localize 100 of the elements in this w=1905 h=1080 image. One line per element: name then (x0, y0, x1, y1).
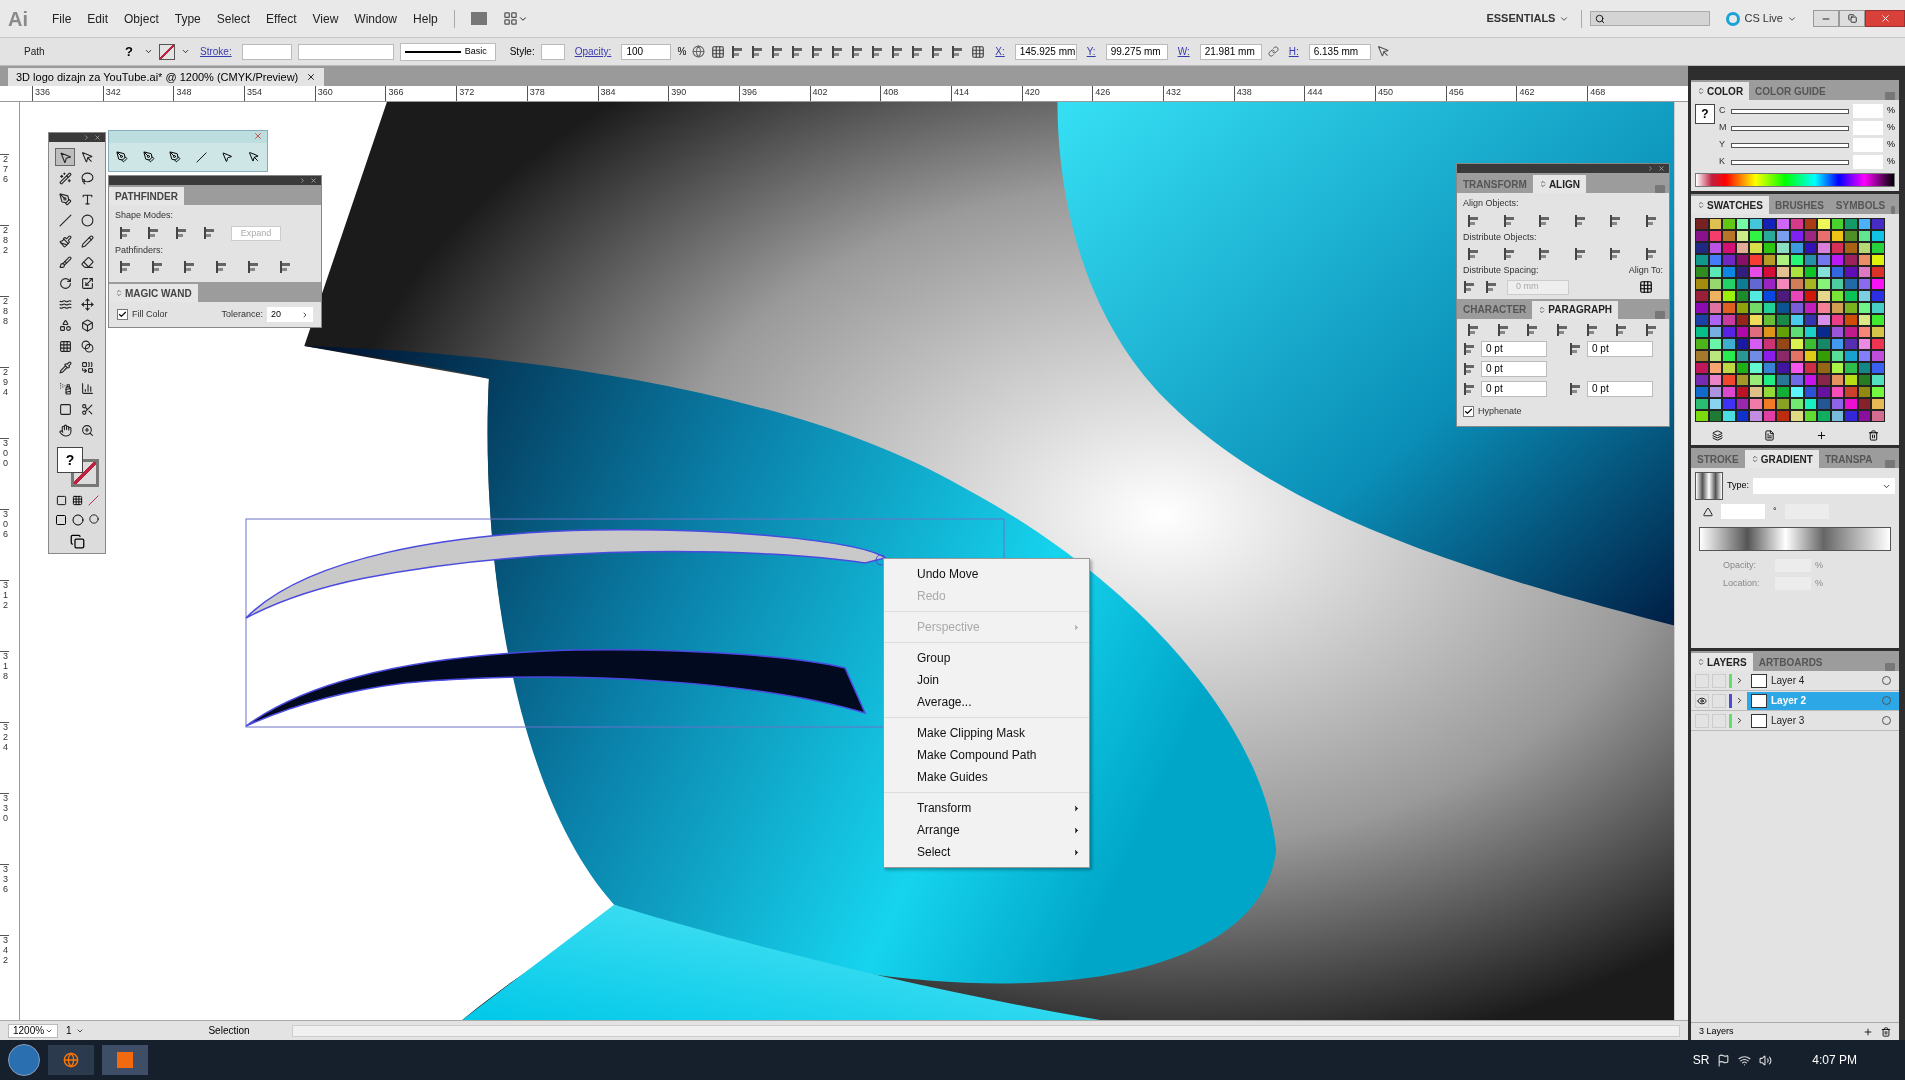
indent-icon[interactable] (1463, 381, 1477, 396)
distribute-icon[interactable] (1573, 247, 1588, 261)
channel-field[interactable] (1853, 155, 1883, 169)
menu-item[interactable]: Window (346, 9, 406, 28)
minimize-button[interactable] (1813, 10, 1839, 27)
workspace-switcher[interactable]: ESSENTIALS (1486, 10, 1570, 27)
shape-mode-icon[interactable] (119, 226, 133, 240)
collapse-icon[interactable] (83, 134, 90, 141)
shape-mode-icon[interactable] (147, 226, 161, 240)
document-tab[interactable]: 3D logo dizajn za YouTube.ai* @ 1200% (CMYK/Preview) (8, 68, 325, 86)
channel-field[interactable] (1853, 121, 1883, 135)
arrow-pointer-icon[interactable] (55, 148, 75, 166)
number-field[interactable]: 6.135 mm (1308, 43, 1371, 60)
channel-ramp[interactable] (1731, 142, 1849, 148)
indent-icon[interactable] (1463, 341, 1477, 356)
panel-tab[interactable]: SWATCHES (1691, 196, 1769, 214)
isolate-icon[interactable] (1376, 45, 1390, 58)
channel-ramp[interactable] (1731, 125, 1849, 131)
menu-item[interactable]: Select (208, 9, 259, 28)
stroke-weight-field[interactable] (241, 43, 292, 60)
draw-inside-icon[interactable] (88, 514, 99, 524)
indent-icon[interactable] (1569, 381, 1583, 396)
menu-item[interactable]: Select (884, 841, 1089, 863)
menu-item[interactable]: Transform (884, 797, 1089, 819)
panel-tab[interactable]: PATHFINDER (109, 187, 184, 205)
layer-row[interactable]: Layer 3 (1747, 711, 1899, 730)
checkbox[interactable] (1463, 405, 1474, 417)
zoom-dropdown[interactable]: 1200% (8, 1023, 58, 1038)
fill-stroke-swatches[interactable]: ? (55, 445, 99, 491)
artboard-navigation[interactable]: 1 (66, 1023, 166, 1038)
menu-item[interactable]: View (304, 9, 347, 28)
distribute-icon[interactable] (1502, 247, 1517, 261)
status-field[interactable]: Selection (174, 1023, 284, 1038)
indent-icon[interactable] (1569, 341, 1583, 356)
draw-mode-icon[interactable] (55, 514, 68, 526)
anchor-point-icon[interactable] (195, 151, 207, 163)
gradient-mode-icon[interactable] (71, 495, 83, 506)
arrange-documents-icon[interactable] (502, 11, 518, 26)
panel-tab[interactable]: COLOR (1691, 82, 1750, 100)
channel-ramp[interactable] (1731, 159, 1849, 165)
align-icon[interactable] (1644, 213, 1659, 228)
gradient-thumbnail[interactable] (1695, 472, 1723, 500)
disclosure-icon[interactable] (1735, 676, 1744, 685)
constrain-link-icon[interactable] (1267, 46, 1279, 57)
indent-field[interactable]: 0 pt (1481, 360, 1547, 377)
color-spectrum-bar[interactable] (1695, 173, 1895, 187)
number-field[interactable]: 145.925 mm (1014, 43, 1077, 60)
distribute-icon[interactable] (1467, 247, 1481, 261)
menu-item[interactable]: Join (884, 669, 1089, 691)
caret-icon[interactable] (144, 47, 153, 56)
justify-icon[interactable] (1585, 322, 1600, 337)
pathfinder-icon[interactable] (279, 260, 293, 274)
reference-point-icon[interactable] (971, 44, 986, 59)
justify-icon[interactable] (1555, 322, 1570, 337)
swatch-grid[interactable] (1695, 218, 1885, 422)
pathfinder-icon[interactable] (151, 260, 165, 274)
none-mode-icon[interactable] (87, 495, 99, 506)
pen-plus-icon[interactable] (142, 151, 155, 163)
justify-icon[interactable] (1644, 322, 1659, 337)
new-group-icon[interactable] (1763, 430, 1775, 441)
channel-field[interactable] (1853, 138, 1883, 152)
indent-field[interactable]: 0 pt (1587, 380, 1653, 397)
menu-item[interactable]: Make Clipping Mask (884, 722, 1089, 744)
cs-live-menu[interactable]: CS Live (1744, 10, 1797, 27)
trash-icon[interactable] (1881, 1026, 1891, 1037)
channel-field[interactable] (1853, 104, 1883, 118)
trash-icon[interactable] (1867, 430, 1879, 441)
number-field[interactable]: 99.275 mm (1105, 43, 1168, 60)
shape-mode-icon[interactable] (175, 226, 189, 240)
channel-ramp[interactable] (1731, 108, 1849, 114)
panel-tab[interactable]: PARAGRAPH (1532, 300, 1619, 319)
new-swatch-icon[interactable] (1815, 430, 1827, 441)
pathfinder-icon[interactable] (183, 260, 197, 274)
justify-icon[interactable] (1496, 322, 1511, 337)
angle-field[interactable] (1721, 504, 1765, 519)
layer-row[interactable]: Layer 4 (1747, 671, 1899, 690)
start-button[interactable] (8, 1044, 40, 1076)
fill-swatch[interactable]: ? (120, 43, 138, 60)
language-indicator[interactable]: SR (1692, 1051, 1710, 1069)
disclosure-icon[interactable] (1735, 716, 1744, 725)
shape-mode-icon[interactable] (203, 226, 217, 240)
color-mode-icon[interactable] (55, 495, 67, 506)
volume-icon[interactable] (1759, 1053, 1773, 1067)
network-icon[interactable] (1738, 1053, 1752, 1067)
pen-nib-icon[interactable] (116, 151, 129, 163)
menu-item[interactable]: Help (405, 9, 446, 28)
align-icon[interactable] (1573, 213, 1588, 228)
pathfinder-icon[interactable] (215, 260, 229, 274)
transform-reference-icon[interactable] (711, 44, 726, 59)
disclosure-icon[interactable] (1735, 696, 1744, 705)
menu-item[interactable]: Arrange (884, 819, 1089, 841)
menu-item[interactable]: Type (166, 9, 209, 28)
bridge-icon[interactable] (470, 12, 487, 25)
recolor-icon[interactable] (692, 45, 706, 58)
close-icon[interactable] (306, 72, 317, 82)
menu-item[interactable]: Effect (258, 9, 305, 28)
swatch-libraries-icon[interactable] (1711, 430, 1723, 441)
distribute-icon[interactable] (1485, 280, 1499, 294)
taskbar-app-icon[interactable] (102, 1045, 148, 1075)
new-layer-icon[interactable] (1863, 1026, 1873, 1037)
